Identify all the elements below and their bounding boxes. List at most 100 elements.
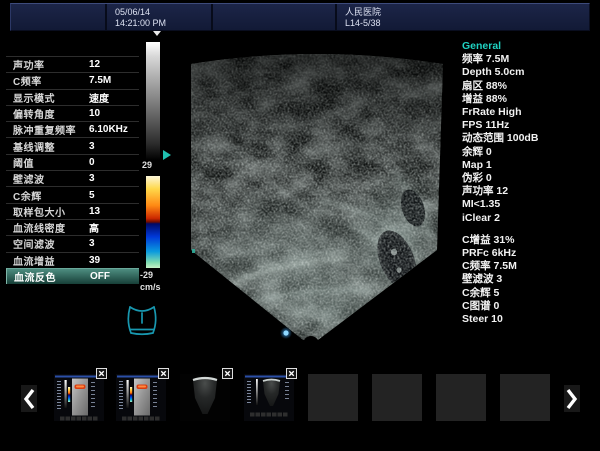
patient-info-cell — [11, 4, 107, 30]
probe-model: L14-5/38 — [345, 18, 589, 29]
date-text: 05/06/14 — [115, 7, 211, 18]
param-row[interactable]: 基线调整3 — [6, 137, 139, 153]
info-line: MI<1.35 — [462, 198, 598, 211]
param-label: 壁滤波 — [6, 171, 89, 186]
thumbnail-scan-gray-ui[interactable] — [244, 374, 294, 421]
hospital-cell: 人民医院 L14-5/38 — [337, 4, 589, 30]
velocity-min-label: -29 — [140, 270, 153, 280]
param-row[interactable]: C余辉5 — [6, 186, 139, 202]
param-label: 阈值 — [6, 155, 89, 170]
param-value: 高 — [89, 220, 99, 235]
focus-marker-icon — [153, 31, 161, 37]
param-row[interactable]: C频率7.5M — [6, 72, 139, 88]
info-line: 频率 7.5M — [462, 53, 598, 66]
param-label: C余辉 — [6, 188, 89, 203]
info-line: 余辉 0 — [462, 146, 598, 159]
close-thumbnail-button[interactable] — [222, 368, 233, 379]
time-text: 14:21:00 PM — [115, 18, 211, 29]
param-value: 12 — [89, 59, 100, 70]
info-line: Steer 10 — [462, 313, 598, 326]
param-label: 声功率 — [6, 57, 89, 72]
param-value: 3 — [89, 238, 95, 249]
param-value: 5 — [89, 190, 95, 201]
spacer-cell — [213, 4, 337, 30]
param-label: 脉冲重复频率 — [6, 122, 89, 137]
param-row[interactable]: 壁滤波3 — [6, 170, 139, 186]
close-icon — [287, 350, 296, 397]
param-value: 3 — [89, 141, 95, 152]
param-value: OFF — [90, 271, 110, 282]
section-title: General — [462, 40, 598, 53]
param-value: 速度 — [89, 90, 109, 105]
info-line: 壁滤波 3 — [462, 273, 598, 286]
status-bar: 05/06/14 14:21:00 PM 人民医院 L14-5/38 — [10, 3, 590, 31]
ultrasound-app: 05/06/14 14:21:00 PM 人民医院 L14-5/38 声功率12… — [0, 0, 600, 451]
param-value: 0 — [89, 157, 95, 168]
param-row[interactable]: 声功率12 — [6, 56, 139, 72]
info-line: C增益 31% — [462, 234, 598, 247]
param-row[interactable]: 血流反色OFF — [6, 268, 139, 284]
velocity-max-label: 29 — [142, 160, 152, 170]
edge-marker-icon — [192, 249, 195, 253]
chevron-left-icon — [23, 388, 35, 410]
info-line: 扇区 88% — [462, 80, 598, 93]
param-value: 6.10KHz — [89, 124, 128, 135]
hospital-name: 人民医院 — [345, 7, 589, 18]
param-row[interactable]: 血流增益39 — [6, 252, 139, 268]
right-info-list: General频率 7.5MDepth 5.0cm扇区 88%增益 88%FrR… — [462, 40, 598, 326]
focal-dot-icon — [283, 330, 288, 335]
thumbnail-slot-empty — [372, 374, 422, 421]
param-label: 基线调整 — [6, 139, 89, 154]
param-label: 显示模式 — [6, 90, 89, 105]
param-value: 10 — [89, 108, 100, 119]
param-row[interactable]: 显示模式速度 — [6, 89, 139, 105]
info-line: iClear 2 — [462, 212, 598, 225]
info-line: C余辉 5 — [462, 287, 598, 300]
apex-notch — [303, 336, 319, 352]
close-icon — [97, 350, 106, 397]
param-row[interactable]: 偏转角度10 — [6, 105, 139, 121]
param-value: 3 — [89, 173, 95, 184]
info-line: FrRate High — [462, 106, 598, 119]
param-label: 血流增益 — [6, 253, 89, 268]
param-row[interactable]: 脉冲重复频率6.10KHz — [6, 121, 139, 137]
close-thumbnail-button[interactable] — [158, 368, 169, 379]
param-value: 13 — [89, 206, 100, 217]
prev-page-button[interactable] — [21, 385, 37, 412]
param-label: 偏转角度 — [6, 106, 89, 121]
info-line: Depth 5.0cm — [462, 66, 598, 79]
thumbnail-slot-empty — [308, 374, 358, 421]
datetime-cell: 05/06/14 14:21:00 PM — [107, 4, 213, 30]
info-line: 动态范围 100dB — [462, 132, 598, 145]
param-label: 血流反色 — [7, 269, 90, 284]
thumbnail-slot-empty — [436, 374, 486, 421]
close-thumbnail-button[interactable] — [96, 368, 107, 379]
param-row[interactable]: 阈值0 — [6, 154, 139, 170]
gain-marker-icon[interactable] — [162, 149, 172, 161]
close-thumbnail-button[interactable] — [286, 368, 297, 379]
param-value: 7.5M — [89, 75, 111, 86]
info-line: 伪彩 0 — [462, 172, 598, 185]
info-line: FPS 11Hz — [462, 119, 598, 132]
thumbnail-scan-color[interactable] — [54, 374, 104, 421]
param-label: 取样包大小 — [6, 204, 89, 219]
color-velocity-bar — [146, 176, 160, 268]
thumbnail-slot-empty — [500, 374, 550, 421]
param-label: 血流线密度 — [6, 220, 89, 235]
left-param-list: 声功率12C频率7.5M显示模式速度偏转角度10脉冲重复频率6.10KHz基线调… — [6, 56, 139, 284]
chevron-right-icon — [566, 388, 578, 410]
section-gap — [462, 225, 598, 234]
param-row[interactable]: 血流线密度高 — [6, 219, 139, 235]
info-line: C频率 7.5M — [462, 260, 598, 273]
info-line: C图谱 0 — [462, 300, 598, 313]
info-line: 增益 88% — [462, 93, 598, 106]
param-row[interactable]: 取样包大小13 — [6, 203, 139, 219]
grayscale-bar — [146, 42, 160, 160]
info-line: 声功率 12 — [462, 185, 598, 198]
param-row[interactable]: 空间滤波3 — [6, 235, 139, 251]
body-marker-icon[interactable] — [124, 302, 160, 344]
next-page-button[interactable] — [564, 385, 580, 412]
thumbnail-scan-gray[interactable] — [180, 374, 230, 421]
param-value: 39 — [89, 255, 100, 266]
thumbnail-scan-color[interactable] — [116, 374, 166, 421]
